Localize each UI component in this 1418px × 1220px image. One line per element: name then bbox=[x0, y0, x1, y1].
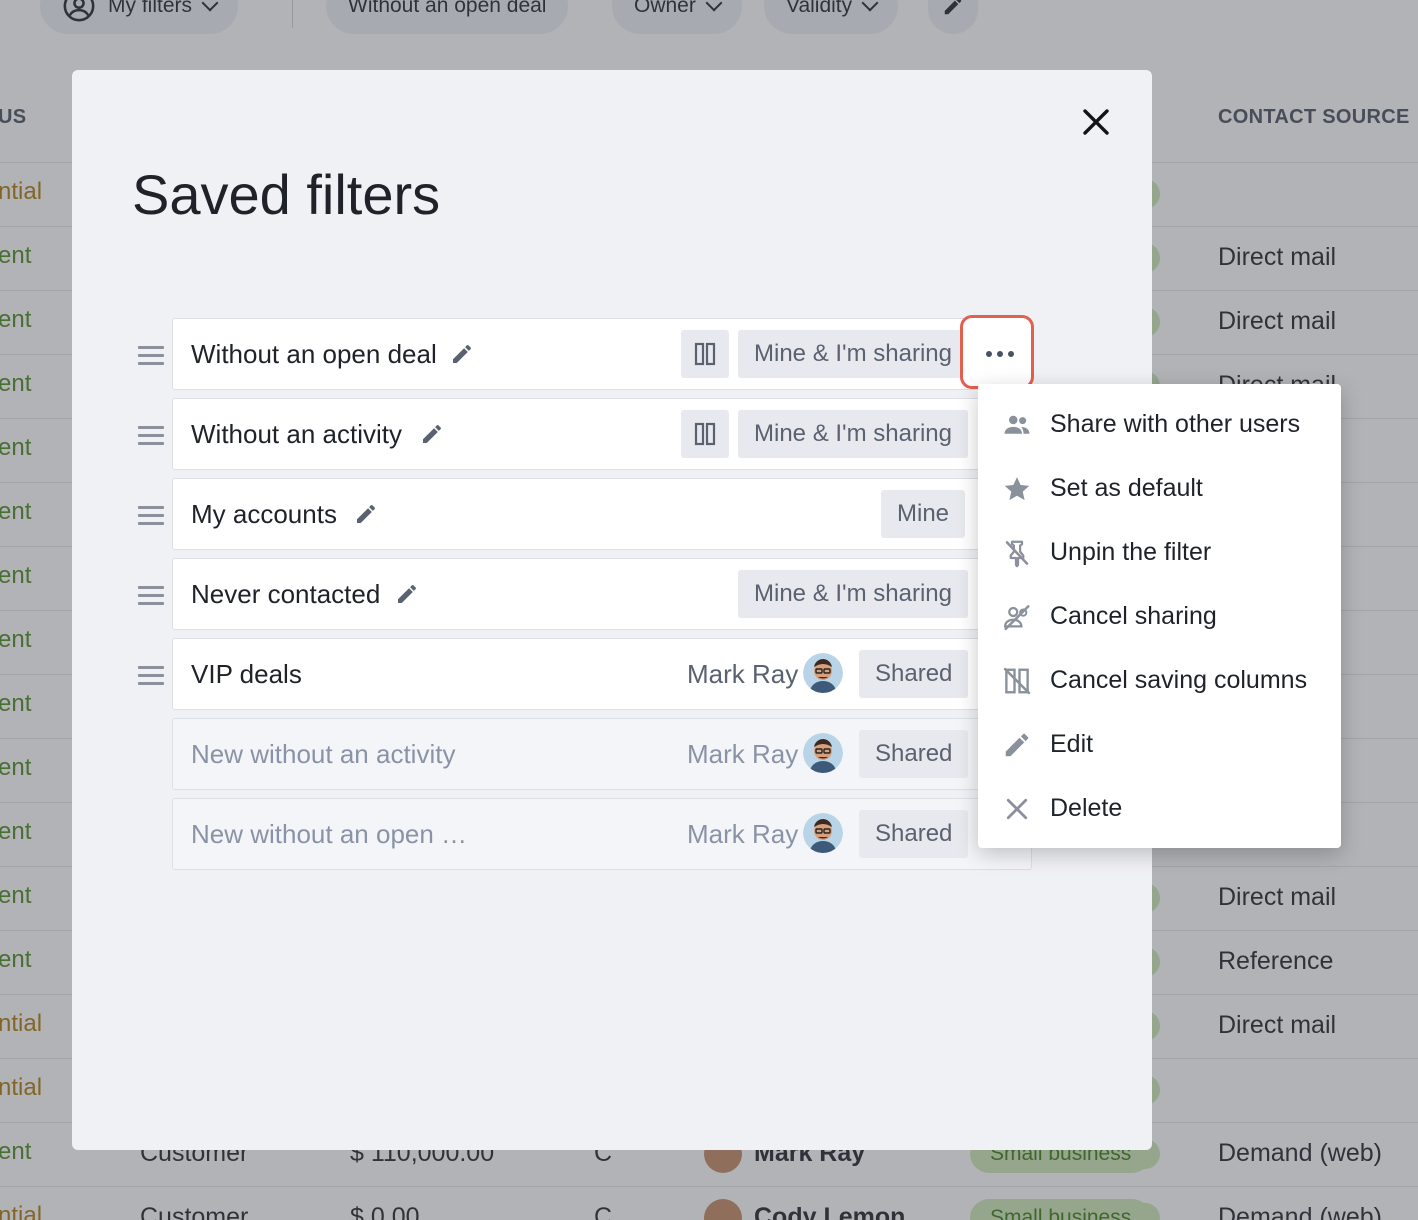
modal-title: Saved filters bbox=[132, 163, 441, 226]
filter-name: Without an activity bbox=[191, 419, 402, 449]
menu-item-label: Share with other users bbox=[1050, 410, 1301, 438]
star-icon bbox=[1004, 477, 1030, 501]
pencil-icon[interactable] bbox=[354, 502, 378, 526]
filter-scope-badge: Shared bbox=[859, 650, 969, 698]
filter-owner: Mark Ray bbox=[687, 819, 799, 849]
filter-actions-menu: Share with other users Set as default Un… bbox=[978, 384, 1341, 848]
menu-item-edit[interactable]: Edit bbox=[978, 712, 1341, 776]
saved-columns-icon bbox=[681, 410, 729, 458]
filter-scope-badge: Shared bbox=[859, 810, 969, 858]
filter-scope-badge: Mine bbox=[881, 490, 966, 538]
close-icon bbox=[1083, 109, 1109, 135]
filter-name: New without an open … bbox=[191, 819, 468, 849]
filter-name: My accounts bbox=[191, 499, 337, 529]
cancel-sharing-icon bbox=[1003, 605, 1030, 631]
menu-item-label: Unpin the filter bbox=[1050, 538, 1212, 566]
unpin-icon bbox=[1005, 540, 1029, 568]
filter-scope-badge: Mine & I'm sharing bbox=[738, 330, 968, 378]
filter-scope-badge: Mine & I'm sharing bbox=[738, 410, 968, 458]
filter-name: Without an open deal bbox=[191, 339, 437, 369]
filter-name: New without an activity bbox=[191, 739, 456, 769]
filter-row[interactable]: VIP deals Mark Ray Shared bbox=[172, 638, 1032, 710]
filter-row[interactable]: New without an open … Mark Ray Shared bbox=[172, 798, 1032, 870]
filter-row[interactable]: Never contacted Mine & I'm sharing bbox=[172, 558, 1032, 630]
menu-item-cancel-saving-columns[interactable]: Cancel saving columns bbox=[978, 648, 1341, 712]
avatar bbox=[803, 813, 843, 853]
pencil-icon bbox=[1005, 733, 1029, 757]
menu-item-label: Delete bbox=[1050, 794, 1123, 822]
filter-row[interactable]: New without an activity Mark Ray Shared bbox=[172, 718, 1032, 790]
filter-row[interactable]: Without an activity Mine & I'm sharing bbox=[172, 398, 1032, 470]
close-button[interactable] bbox=[1076, 100, 1116, 144]
drag-handle-icon[interactable] bbox=[138, 666, 164, 688]
pencil-icon[interactable] bbox=[395, 582, 419, 606]
more-dots-icon bbox=[986, 351, 1014, 357]
more-actions-button[interactable] bbox=[960, 315, 1034, 389]
drag-handle-icon[interactable] bbox=[138, 346, 164, 368]
filter-scope-badge: Shared bbox=[859, 730, 969, 778]
menu-item-label: Cancel saving columns bbox=[1050, 666, 1308, 694]
menu-item-delete[interactable]: Delete bbox=[978, 776, 1341, 840]
menu-item-share[interactable]: Share with other users bbox=[978, 392, 1341, 456]
filter-name: Never contacted bbox=[191, 579, 381, 609]
menu-item-label: Cancel sharing bbox=[1050, 602, 1217, 630]
filter-owner: Mark Ray bbox=[687, 659, 799, 689]
pencil-icon[interactable] bbox=[450, 342, 474, 366]
pencil-icon[interactable] bbox=[420, 422, 444, 446]
saved-columns-icon bbox=[681, 330, 729, 378]
close-icon bbox=[1006, 798, 1028, 820]
filter-owner: Mark Ray bbox=[687, 739, 799, 769]
avatar bbox=[803, 653, 843, 693]
drag-handle-icon[interactable] bbox=[138, 506, 164, 528]
filter-name: VIP deals bbox=[191, 659, 302, 689]
filter-row[interactable]: Without an open deal Mine & I'm sharing bbox=[172, 318, 1032, 390]
menu-item-cancel-sharing[interactable]: Cancel sharing bbox=[978, 584, 1341, 648]
menu-item-set-default[interactable]: Set as default bbox=[978, 456, 1341, 520]
avatar bbox=[803, 733, 843, 773]
filter-scope-badge: Mine & I'm sharing bbox=[738, 570, 968, 618]
drag-handle-icon[interactable] bbox=[138, 586, 164, 608]
people-icon bbox=[1004, 415, 1030, 434]
menu-item-label: Set as default bbox=[1050, 474, 1203, 502]
menu-item-unpin[interactable]: Unpin the filter bbox=[978, 520, 1341, 584]
menu-item-label: Edit bbox=[1050, 730, 1094, 758]
cancel-columns-icon bbox=[1003, 667, 1031, 695]
filter-row[interactable]: My accounts Mine bbox=[172, 478, 1032, 550]
drag-handle-icon[interactable] bbox=[138, 426, 164, 448]
